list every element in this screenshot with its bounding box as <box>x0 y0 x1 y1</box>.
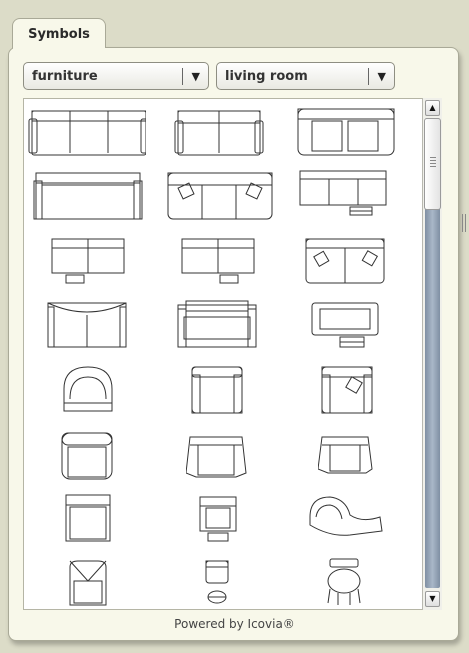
loveseat-icon <box>47 302 127 348</box>
chaise-icon <box>309 496 383 536</box>
select-separator <box>182 68 183 85</box>
symbol-small-chair-with-stool[interactable] <box>202 557 322 621</box>
armchair-icon <box>317 436 373 474</box>
symbol-tub-chair[interactable] <box>58 429 178 493</box>
armchair-icon <box>63 366 113 412</box>
room-select[interactable]: living room ▼ <box>216 62 395 90</box>
symbol-loveseat-a[interactable] <box>170 101 290 165</box>
symbol-loveseat-with-table-b[interactable] <box>178 235 298 299</box>
category-select-value: furniture <box>32 68 98 84</box>
symbol-chaise-lounge[interactable] <box>306 493 426 557</box>
scroll-up-button[interactable]: ▲ <box>425 100 440 116</box>
tab-symbols-label: Symbols <box>28 27 90 42</box>
chair-icon <box>69 560 107 606</box>
symbol-sofa-long-a[interactable] <box>32 167 152 231</box>
symbol-side-chair[interactable] <box>62 493 182 557</box>
symbol-chair-with-ottoman[interactable] <box>194 493 314 557</box>
chair-icon <box>65 494 111 542</box>
tab-connector <box>13 46 105 50</box>
loveseat-icon <box>305 238 385 284</box>
symbol-wing-chair[interactable] <box>185 429 306 493</box>
grip-line <box>430 157 436 158</box>
symbol-sofa-with-table[interactable] <box>296 167 416 231</box>
category-select[interactable]: furniture ▼ <box>23 62 209 90</box>
chaise-icon <box>311 302 379 348</box>
armchair-icon <box>191 366 243 414</box>
grip-line <box>430 160 436 161</box>
chair-icon <box>199 496 237 542</box>
symbol-sofa-three-seat-a[interactable] <box>26 101 150 165</box>
armchair-icon <box>61 432 113 480</box>
loveseat-icon <box>181 238 255 284</box>
select-separator <box>368 68 369 85</box>
armchair-icon <box>185 436 247 478</box>
symbol-club-chair[interactable] <box>188 363 308 427</box>
symbol-daybed[interactable] <box>174 299 294 363</box>
vertical-scrollbar[interactable]: ▲ ▼ <box>422 98 442 610</box>
scrollbar-thumb[interactable] <box>424 118 441 210</box>
grip-line <box>430 166 436 167</box>
symbol-loveseat-rounded[interactable] <box>44 299 164 363</box>
symbol-list <box>23 98 442 610</box>
symbol-sofa-pillows[interactable] <box>164 167 284 231</box>
sofa-icon <box>28 110 150 156</box>
room-select-value: living room <box>225 68 308 84</box>
chevron-up-icon: ▲ <box>429 103 436 112</box>
symbol-sofa-rounded-a[interactable] <box>294 101 414 165</box>
symbol-round-armchair[interactable] <box>58 363 178 427</box>
chevron-down-icon: ▼ <box>377 70 386 83</box>
chevron-down-icon: ▼ <box>191 70 200 83</box>
sofa-icon <box>297 108 395 156</box>
chevron-down-icon: ▼ <box>429 594 436 603</box>
symbol-slipper-chair[interactable] <box>66 557 186 621</box>
chair-icon <box>205 560 229 604</box>
sofa-icon <box>299 170 387 216</box>
panel-resize-handle[interactable] <box>462 214 466 232</box>
symbol-club-chair-pillow[interactable] <box>318 363 438 427</box>
powered-by-label: Powered by Icovia® <box>174 617 295 631</box>
armchair-icon <box>321 366 373 414</box>
loveseat-icon <box>51 238 125 284</box>
loveseat-icon <box>174 110 264 156</box>
scroll-down-button[interactable]: ▼ <box>425 591 440 607</box>
sofa-icon <box>33 172 143 220</box>
symbol-loveseat-with-table[interactable] <box>46 235 166 299</box>
sofa-icon <box>167 172 273 220</box>
daybed-icon <box>177 300 257 348</box>
grip-line <box>430 163 436 164</box>
symbol-chaise-with-table[interactable] <box>308 299 428 363</box>
symbol-loveseat-pillows[interactable] <box>302 235 422 299</box>
symbol-wing-chair-b[interactable] <box>317 429 438 493</box>
